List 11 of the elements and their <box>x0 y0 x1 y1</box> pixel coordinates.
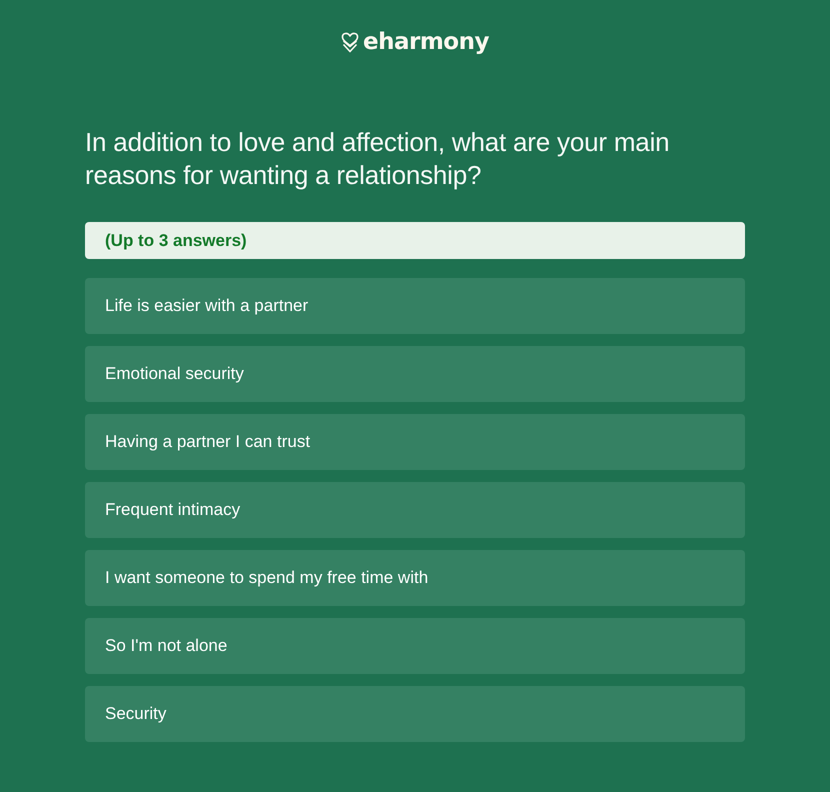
answer-option[interactable]: I want someone to spend my free time with <box>85 550 745 606</box>
answer-option[interactable]: Having a partner I can trust <box>85 414 745 470</box>
answer-option[interactable]: Life is easier with a partner <box>85 278 745 334</box>
logo-wordmark: eharmony <box>363 28 489 56</box>
answer-option[interactable]: Emotional security <box>85 346 745 402</box>
answer-option[interactable]: Frequent intimacy <box>85 482 745 538</box>
heart-logo-icon <box>341 31 359 53</box>
answer-option[interactable]: Security <box>85 686 745 742</box>
question-heading: In addition to love and affection, what are your main reasons for wanting a relationship? <box>85 126 670 192</box>
answer-limit-hint: (Up to 3 answers) <box>85 222 745 259</box>
answer-option[interactable]: So I'm not alone <box>85 618 745 674</box>
